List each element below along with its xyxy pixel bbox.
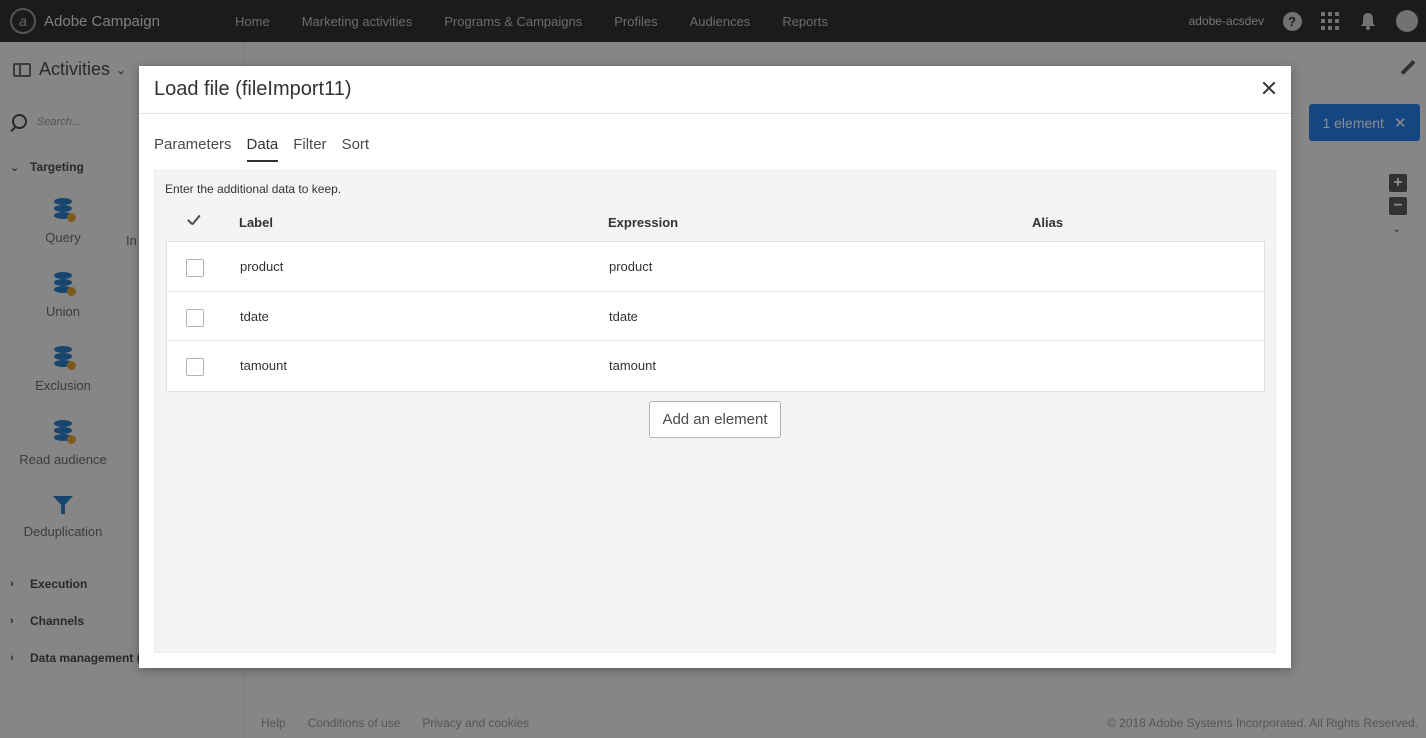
column-header-alias[interactable]: Alias — [1032, 215, 1063, 230]
close-icon[interactable] — [1261, 80, 1277, 96]
tab-sort[interactable]: Sort — [342, 136, 370, 162]
cell-expression: product — [609, 259, 653, 274]
cell-label: tamount — [240, 358, 287, 373]
row-checkbox[interactable] — [186, 308, 204, 327]
cell-label: tdate — [240, 308, 269, 324]
row-checkbox[interactable] — [186, 259, 204, 277]
table-header: Label Expression Alias — [166, 204, 1265, 241]
data-tab-panel: Enter the additional data to keep. Label… — [154, 170, 1276, 653]
tab-filter[interactable]: Filter — [293, 136, 326, 162]
tab-data[interactable]: Data — [246, 136, 279, 162]
column-header-label[interactable]: Label — [239, 215, 273, 230]
cell-expression: tamount — [609, 358, 656, 373]
select-all-checkmark-icon[interactable] — [186, 216, 202, 228]
column-header-expression[interactable]: Expression — [608, 215, 678, 230]
add-element-button[interactable]: Add an element — [649, 401, 781, 438]
load-file-dialog: Load file (fileImport11) Parameters Data… — [139, 66, 1291, 668]
dialog-title: Load file (fileImport11) — [154, 78, 352, 100]
cell-expression: tdate — [609, 308, 638, 324]
panel-description: Enter the additional data to keep. — [165, 182, 342, 196]
additional-data-table: Label Expression Alias product product t… — [166, 204, 1265, 392]
cell-label: product — [240, 259, 284, 274]
dialog-header: Load file (fileImport11) — [139, 66, 1291, 114]
table-row[interactable]: tdate tdate — [167, 292, 1264, 341]
table-row[interactable]: tamount tamount — [167, 341, 1264, 391]
table-row[interactable]: product product — [167, 242, 1264, 292]
dialog-tabs: Parameters Data Filter Sort — [154, 136, 384, 162]
table-body: product product tdate tdate tamount tamo… — [166, 241, 1265, 392]
tab-parameters[interactable]: Parameters — [154, 136, 232, 162]
row-checkbox[interactable] — [186, 358, 204, 376]
